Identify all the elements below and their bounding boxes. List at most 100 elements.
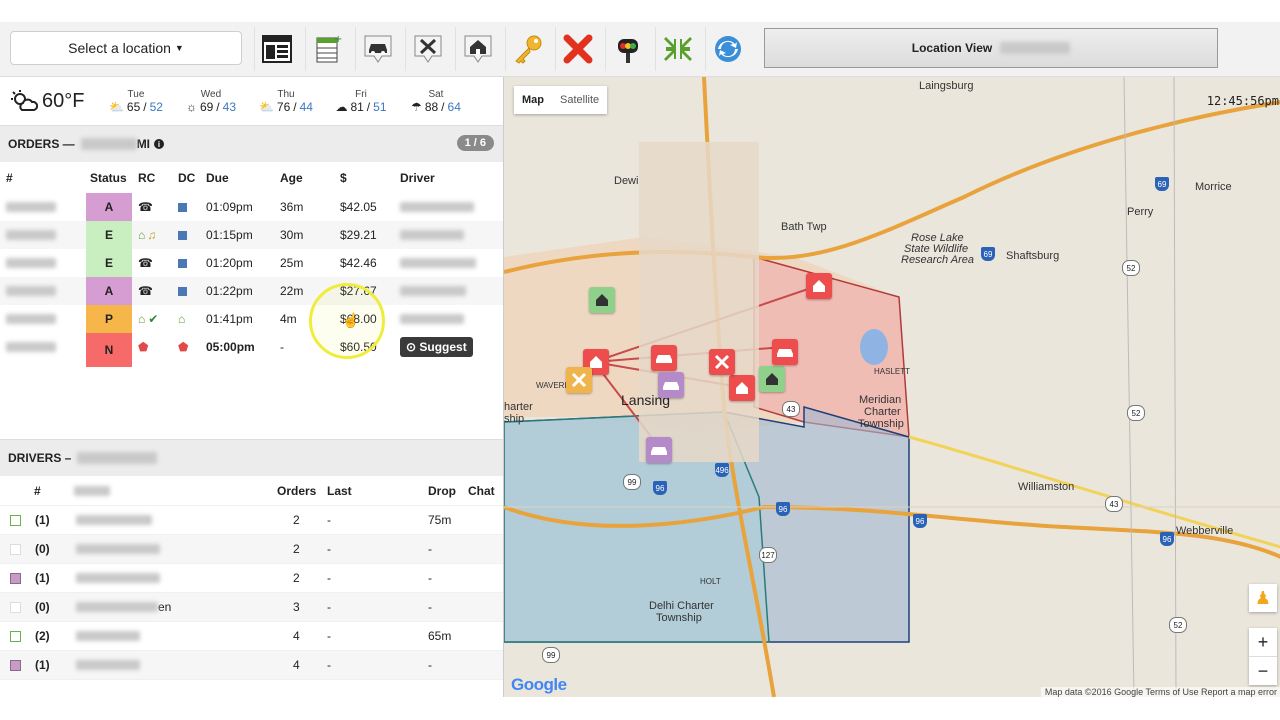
map-type-satellite[interactable]: Satellite [552,86,607,114]
forecast-lo: 52 [149,99,163,114]
driver-color-swatch [10,543,21,555]
order-row[interactable]: E ⌂ ♫ 01:15pm 30m $29.21 [0,221,503,249]
order-row[interactable]: N ⬟ ⬟ 05:00pm - $60.50 ⊙ Suggest [0,333,503,367]
due-time: 05:00pm [206,340,255,354]
route-shield: 52 [1122,260,1140,276]
home-marker[interactable] [729,375,755,401]
order-row[interactable]: E ☎ 01:20pm 25m $42.46 [0,249,503,277]
street-view-pegman-icon[interactable]: ♟ [1249,584,1277,612]
shield-icon: ⬟ [138,340,149,354]
collapse-icon [664,37,692,61]
key-button[interactable] [505,27,550,71]
info-icon[interactable]: i [154,139,165,149]
orders-table: # Status RC DC Due Age $ Driver A ☎ 01:0… [0,163,503,367]
driver-row[interactable]: (1) 2 - 75m [0,506,503,535]
due-time: 01:22pm [206,284,253,298]
forecast-hi: 65 [126,99,141,114]
forecast-hi: 81 [350,99,364,114]
driver-row[interactable]: (1) 2 - - [0,564,503,593]
home-marker-button[interactable] [455,27,500,71]
col-due[interactable]: Due [206,163,229,193]
add-order-button[interactable]: + [305,27,350,71]
tools-icon [414,35,442,63]
driver-row[interactable]: (2) 4 - 65m [0,622,503,651]
current-temp: 60°F [42,89,85,112]
home-marker[interactable] [759,366,785,392]
tools-marker-button[interactable] [405,27,450,71]
place-label: WAVERL [536,381,569,390]
cloudy-sun-icon: ⛅ [108,99,124,114]
car-icon [364,35,392,63]
forecast: Tue ⛅ 65/52 Wed ☼ 69/43 Thu ⛅ 76/44 Fri ☁ 81… [98,89,473,114]
svg-text:+: + [334,34,342,45]
map-type-map[interactable]: Map [514,86,552,114]
tools-marker[interactable] [566,367,592,393]
car-icon [656,355,672,363]
place-label: Webberville [1176,525,1234,537]
amount: $29.21 [340,228,377,242]
col-age[interactable]: Age [280,163,303,193]
forecast-day-name: Tue [127,88,145,100]
music-icon: ♫ [147,228,157,242]
orders-pager[interactable]: 1 / 6 [456,135,494,151]
place-label: Shaftsburg [1006,250,1060,262]
col-num: # [34,484,41,498]
delete-button[interactable] [555,27,600,71]
redacted-driver [400,286,466,296]
home-marker[interactable] [806,273,832,299]
route-shield: 99 [542,647,560,663]
driver-color-swatch [10,514,21,526]
dc-indicator [178,258,187,268]
driver-row[interactable]: (1) 4 - - [0,651,503,680]
place-label: Morrice [1195,181,1232,193]
order-row[interactable]: A ☎ 01:09pm 36m $42.05 [0,193,503,221]
interstate-shield: 496 [715,463,729,477]
driver-row[interactable]: (0) en 3 - - [0,593,503,622]
amount: $42.05 [340,200,377,214]
collapse-button[interactable] [655,27,700,71]
route-shield: 43 [782,401,800,417]
tools-marker[interactable] [709,349,735,375]
col-last: Last [327,484,352,498]
place-label: Williamston [1018,481,1075,493]
drivers-header-row: # Orders Last Drop Chat [0,477,503,506]
driver-last: - [327,571,331,585]
forecast-day-name: Sat [428,88,444,100]
refresh-button[interactable] [705,27,750,71]
order-row[interactable]: P ⌂ ✔ ⌂ 01:41pm 4m $68.00 [0,305,503,333]
suggest-button[interactable]: ⊙ Suggest [400,337,473,357]
hand-cursor-icon: ☝ [342,312,360,328]
place-label: Dewi [614,175,639,187]
place-label: Research Area [901,254,974,266]
due-time: 01:09pm [206,200,253,214]
forecast-hi: 69 [199,99,214,114]
driver-drop: - [428,658,432,672]
order-row[interactable]: A ☎ 01:22pm 22m $27.67 [0,277,503,305]
car-marker[interactable] [658,372,684,398]
forecast-day: Tue ⛅ 65/52 [98,89,173,114]
orders-title-suffix: MI [136,137,151,151]
home-marker[interactable] [589,287,615,313]
driver-orders: 3 [293,600,300,614]
cloud-icon: ☁ [335,99,348,114]
weather-bar: 60°F Tue ⛅ 65/52 Wed ☼ 69/43 Thu ⛅ 76/44 Fr… [0,77,503,125]
car-marker-button[interactable] [355,27,400,71]
car-marker[interactable] [646,437,672,463]
location-view-button[interactable]: Location View [764,28,1218,68]
zoom-in-button[interactable]: + [1249,628,1277,656]
car-marker[interactable] [772,339,798,365]
driver-count: (0) [35,542,50,556]
zoom-out-button[interactable]: − [1249,656,1277,685]
traffic-button[interactable] [605,27,650,71]
forecast-lo: 43 [222,99,236,114]
driver-drop: - [428,600,432,614]
col-status[interactable]: Status [90,163,127,193]
map[interactable]: Map Satellite 12:45:56pm Laingsburg Dewi… [503,77,1280,697]
route-shield: 52 [1127,405,1145,421]
driver-row[interactable]: (0) 2 - - [0,535,503,564]
layout-button[interactable] [254,27,299,71]
car-marker[interactable] [651,345,677,371]
driver-orders: 4 [293,629,300,643]
location-select[interactable]: Select a location ▼ [10,31,242,65]
forecast-day: Wed ☼ 69/43 [173,89,248,114]
